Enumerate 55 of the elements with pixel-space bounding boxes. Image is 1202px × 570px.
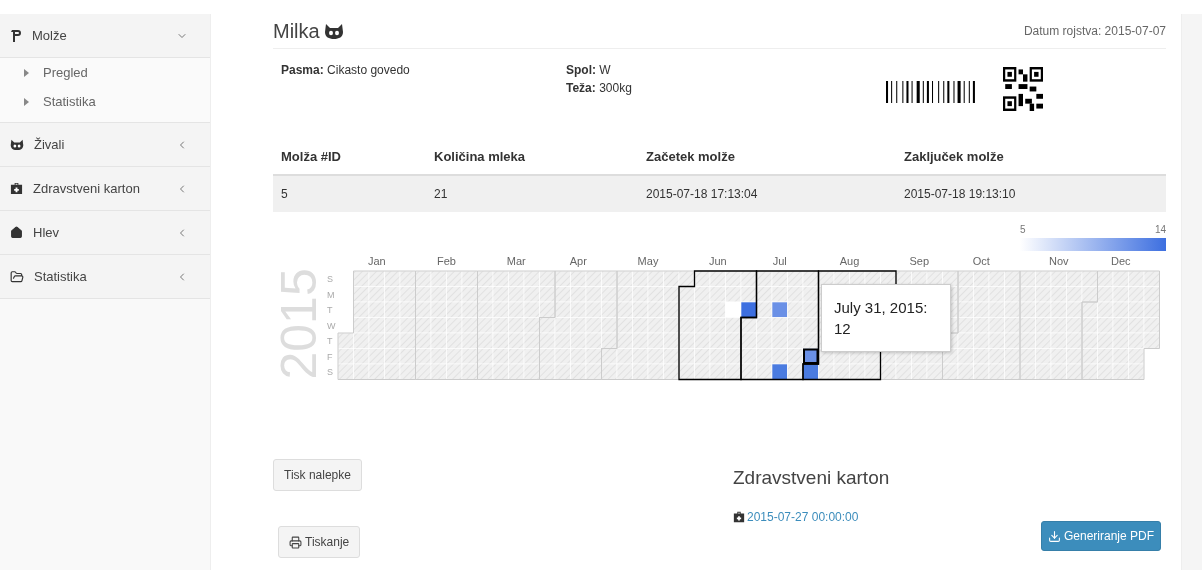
medkit-icon (10, 182, 23, 195)
sidebar-subitem[interactable]: Statistika (0, 87, 210, 116)
cat-icon (10, 138, 24, 151)
month-label: Sep (909, 255, 930, 267)
month-label: Apr (569, 255, 587, 267)
table-cell: 21 (426, 176, 638, 212)
record-link[interactable]: 2015-07-27 00:00:00 (733, 510, 1166, 524)
weekday-label: M (327, 289, 335, 300)
sidebar-item[interactable]: Statistika (0, 255, 210, 299)
medkit-icon (733, 511, 745, 523)
table-cell: 2015-07-18 17:13:04 (638, 176, 896, 212)
info-text: Spol: W (566, 63, 612, 77)
month-label: Aug (839, 255, 860, 267)
month-label: May (637, 255, 659, 267)
legend-min-label: 5 (1020, 224, 1026, 235)
info-text: Pasma: Cikasto govedo (281, 63, 411, 77)
sidebar-item[interactable]: Molže (0, 14, 210, 58)
section-title: Zdravstveni karton (733, 467, 891, 489)
generate-pdf-button[interactable]: Generiranje PDF (1040, 521, 1161, 551)
print-button[interactable]: Tiskanje (278, 526, 361, 558)
sidebar-item[interactable]: Živali (0, 123, 210, 167)
download-icon (1047, 529, 1061, 543)
page-title: Milka (273, 19, 344, 43)
table-cell: 5 (273, 176, 426, 212)
tooltip: July 31, 2015: 12 (821, 284, 951, 352)
weekday-label: S (327, 274, 333, 284)
month-label: Dec (1110, 255, 1131, 267)
folder-icon (10, 269, 24, 284)
table-cell: 2015-07-18 19:13:10 (896, 176, 1166, 212)
month-label: Mar (506, 255, 526, 267)
month-label: Feb (437, 255, 456, 267)
weekday-label: W (327, 320, 336, 331)
print-label-button[interactable]: Tisk nalepke (273, 459, 362, 491)
birth-date: Datum rojstva: 2015-07-07 (1023, 24, 1166, 38)
month-label: Jan (367, 255, 386, 267)
sidebar-item[interactable]: Zdravstveni karton (0, 167, 210, 211)
month-label: Jul (772, 255, 787, 267)
caret-right-icon (24, 68, 29, 77)
barcode-icon (886, 81, 978, 103)
month-label: Jun (708, 255, 727, 267)
caret-right-icon (24, 97, 29, 106)
weekday-label: T (327, 305, 333, 315)
qr-code-icon (1003, 67, 1043, 111)
cat-icon (323, 23, 344, 39)
weekday-label: F (327, 351, 333, 362)
home-icon (10, 226, 23, 239)
month-label: Oct (972, 255, 990, 267)
sidebar-item[interactable]: Hlev (0, 211, 210, 255)
printer-icon (289, 535, 302, 549)
info-text: Teža: 300kg (566, 81, 633, 95)
sidebar-subitem[interactable]: Pregled (0, 58, 210, 87)
month-label: Nov (1048, 255, 1069, 267)
weekday-label: T (327, 336, 333, 346)
legend-max-label: 14 (1154, 224, 1166, 235)
weekday-label: S (327, 367, 333, 377)
